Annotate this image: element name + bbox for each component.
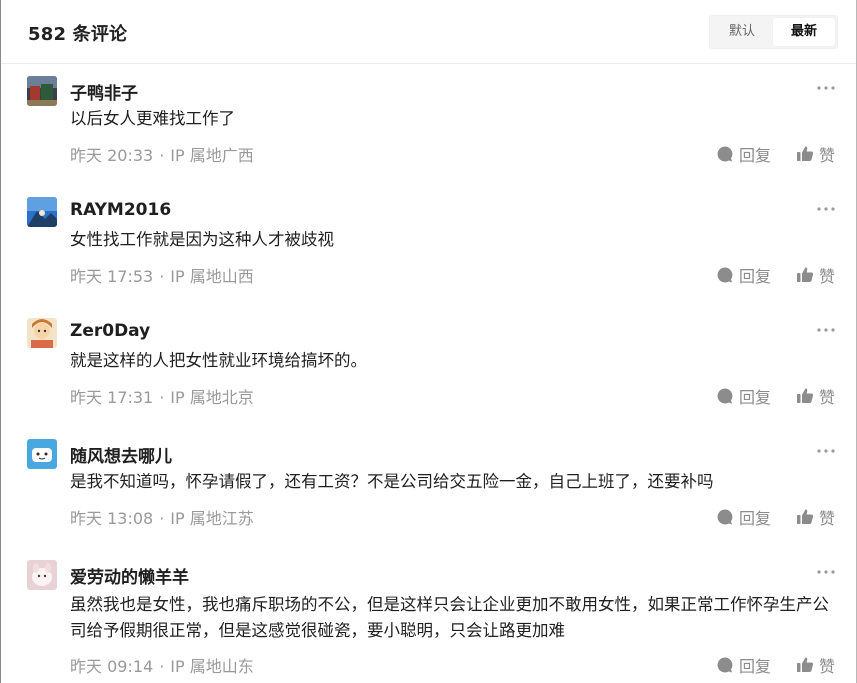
comment-time: 昨天 20:33 [70, 146, 154, 165]
like-label: 赞 [819, 267, 836, 286]
comment-username[interactable]: RAYM2016 [70, 200, 171, 220]
reply-button[interactable]: 回复 [715, 653, 771, 677]
sort-newest-button[interactable]: 最新 [773, 18, 835, 46]
comment-time: 昨天 17:31 [70, 388, 154, 407]
comment-count-title: 582 条评论 [28, 24, 128, 45]
comment-meta: 昨天 20:33 · IP 属地广西 [70, 142, 254, 166]
reply-button[interactable]: 回复 [715, 505, 771, 529]
like-label: 赞 [819, 657, 836, 676]
reply-label: 回复 [739, 388, 772, 407]
like-button[interactable]: 赞 [795, 263, 835, 287]
comment-meta: 昨天 13:08 · IP 属地江苏 [70, 505, 254, 529]
comment-username[interactable]: 子鸭非子 [70, 79, 138, 104]
avatar[interactable] [27, 76, 57, 106]
like-label: 赞 [819, 388, 836, 407]
comment-username[interactable]: Zer0Day [70, 321, 150, 341]
comment-list: 子鸭非子 以后女人更难找工作了 昨天 20:33 · IP 属地广西 回复 赞 [1, 65, 856, 683]
comment-username[interactable]: 爱劳动的懒羊羊 [70, 563, 189, 588]
comment-item: 爱劳动的懒羊羊 虽然我也是女性，我也痛斥职场的不公，但是这样只会让企业更加不敢用… [1, 549, 856, 683]
thumbs-up-icon [797, 657, 814, 672]
more-icon[interactable] [815, 204, 837, 214]
comment-ip-location: IP 属地山东 [170, 657, 254, 676]
like-button[interactable]: 赞 [795, 653, 835, 677]
comment-bubble-icon [717, 509, 733, 525]
comment-ip-location: IP 属地广西 [170, 146, 254, 165]
reply-label: 回复 [739, 509, 772, 528]
more-icon[interactable] [815, 446, 837, 456]
like-button[interactable]: 赞 [795, 505, 835, 529]
comment-ip-location: IP 属地江苏 [170, 509, 254, 528]
reply-label: 回复 [739, 146, 772, 165]
like-button[interactable]: 赞 [795, 142, 835, 166]
comment-bubble-icon [717, 267, 733, 283]
comment-meta: 昨天 09:14 · IP 属地山东 [70, 653, 254, 677]
more-icon[interactable] [815, 325, 837, 335]
comment-item: 子鸭非子 以后女人更难找工作了 昨天 20:33 · IP 属地广西 回复 赞 [1, 65, 856, 185]
comment-item: 随风想去哪儿 是我不知道吗，怀孕请假了，还有工资？不是公司给交五险一金，自己上班… [1, 428, 856, 548]
reply-label: 回复 [739, 267, 772, 286]
avatar[interactable] [27, 439, 57, 469]
thumbs-up-icon [797, 509, 814, 524]
more-icon[interactable] [815, 567, 837, 577]
separator-dot: · [159, 146, 165, 165]
comment-item: RAYM2016 女性找工作就是因为这种人才被歧视 昨天 17:53 · IP 属地… [1, 186, 856, 306]
reply-button[interactable]: 回复 [715, 142, 771, 166]
separator-dot: · [159, 267, 165, 286]
comment-text: 是我不知道吗，怀孕请假了，还有工资？不是公司给交五险一金，自己上班了，还要补吗 [70, 472, 714, 491]
comment-meta: 昨天 17:53 · IP 属地山西 [70, 263, 254, 287]
comment-text: 就是这样的人把女性就业环境给搞坏的。 [70, 351, 367, 370]
thumbs-up-icon [797, 146, 814, 161]
comment-text: 虽然我也是女性，我也痛斥职场的不公，但是这样只会让企业更加不敢用女性，如果正常工… [70, 595, 829, 640]
comment-item: Zer0Day 就是这样的人把女性就业环境给搞坏的。 昨天 17:31 · IP 属… [1, 307, 856, 427]
sort-toggle: 默认 最新 [709, 15, 838, 49]
comment-time: 昨天 17:53 [70, 267, 154, 286]
comment-bubble-icon [717, 146, 733, 162]
sort-default-button[interactable]: 默认 [711, 18, 773, 46]
comments-header: 582 条评论 默认 最新 [1, 0, 856, 64]
comment-time: 昨天 09:14 [70, 657, 154, 676]
comment-bubble-icon [717, 657, 733, 673]
comment-meta: 昨天 17:31 · IP 属地北京 [70, 384, 254, 408]
avatar[interactable] [27, 318, 57, 348]
comment-ip-location: IP 属地北京 [170, 388, 254, 407]
separator-dot: · [159, 657, 165, 676]
avatar[interactable] [27, 197, 57, 227]
comment-ip-location: IP 属地山西 [170, 267, 254, 286]
comment-text: 女性找工作就是因为这种人才被歧视 [70, 230, 334, 249]
thumbs-up-icon [797, 388, 814, 403]
like-label: 赞 [819, 146, 836, 165]
more-icon[interactable] [815, 83, 837, 93]
reply-button[interactable]: 回复 [715, 263, 771, 287]
like-label: 赞 [819, 509, 836, 528]
comment-text: 以后女人更难找工作了 [70, 109, 235, 128]
avatar[interactable] [27, 560, 57, 590]
thumbs-up-icon [797, 267, 814, 282]
comment-time: 昨天 13:08 [70, 509, 154, 528]
comments-panel: 582 条评论 默认 最新 子鸭非子 以后女人更难找工作了 昨天 20:33 ·… [0, 0, 857, 683]
separator-dot: · [159, 509, 165, 528]
separator-dot: · [159, 388, 165, 407]
reply-label: 回复 [739, 657, 772, 676]
comment-bubble-icon [717, 388, 733, 404]
like-button[interactable]: 赞 [795, 384, 835, 408]
reply-button[interactable]: 回复 [715, 384, 771, 408]
comment-username[interactable]: 随风想去哪儿 [70, 442, 172, 467]
